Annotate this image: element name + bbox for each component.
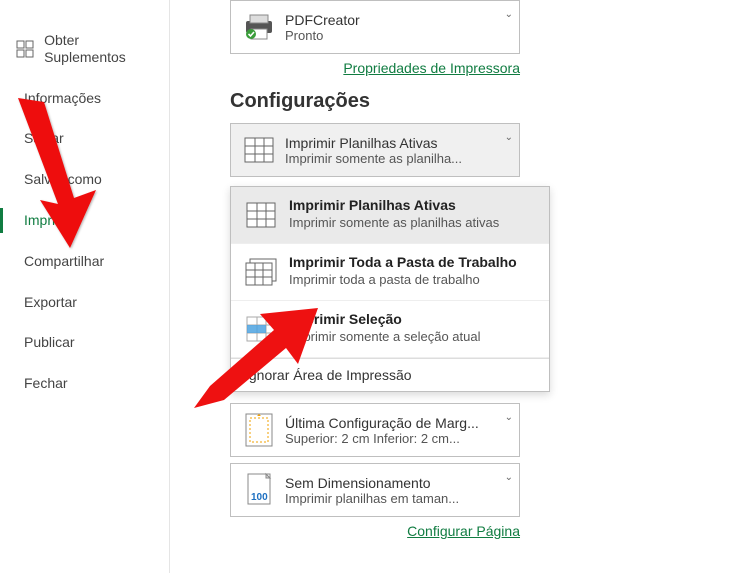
page-setup-link[interactable]: Configurar Página (407, 523, 520, 539)
sidebar-item-save[interactable]: Salvar (0, 118, 169, 159)
printer-properties-link[interactable]: Propriedades de Impressora (343, 60, 520, 76)
addins-icon (16, 39, 34, 59)
printer-status: Pronto (285, 28, 511, 43)
chevron-down-icon: ⌄ (505, 472, 513, 483)
dropdown-option-active-sheets[interactable]: Imprimir Planilhas Ativas Imprimir somen… (231, 187, 549, 244)
margins-title: Última Configuração de Marg... (285, 415, 511, 431)
selection-icon (243, 311, 279, 347)
dropdown-ignore-print-area[interactable]: Ignorar Área de Impressão (231, 358, 549, 391)
scaling-selector[interactable]: 100 Sem Dimensionamento Imprimir planilh… (230, 463, 520, 517)
sidebar-item-saveas[interactable]: Salvar como (0, 159, 169, 200)
sidebar-item-label: Exportar (24, 294, 77, 311)
margins-icon (239, 408, 279, 452)
scaling-icon: 100 (239, 468, 279, 512)
sheets-icon (243, 197, 279, 233)
sidebar-item-label: Compartilhar (24, 253, 104, 270)
sidebar-item-label: Salvar como (24, 171, 102, 188)
sidebar-item-publish[interactable]: Publicar (0, 322, 169, 363)
backstage-sidebar: Obter Suplementos Informações Salvar Sal… (0, 0, 170, 573)
dropdown-option-title: Imprimir Planilhas Ativas (289, 197, 499, 213)
margins-sub: Superior: 2 cm Inferior: 2 cm... (285, 431, 511, 446)
sidebar-item-label: Salvar (24, 130, 64, 147)
sidebar-item-label: Informações (24, 90, 101, 107)
print-what-sub: Imprimir somente as planilha... (285, 151, 511, 166)
margins-selector[interactable]: Última Configuração de Marg... Superior:… (230, 403, 520, 457)
sidebar-item-share[interactable]: Compartilhar (0, 241, 169, 282)
dropdown-option-title: Imprimir Toda a Pasta de Trabalho (289, 254, 517, 270)
chevron-down-icon: ⌄ (505, 9, 513, 20)
print-what-selector[interactable]: Imprimir Planilhas Ativas Imprimir somen… (230, 123, 520, 177)
printer-selector[interactable]: PDFCreator Pronto ⌄ (230, 0, 520, 54)
sheets-icon (239, 128, 279, 172)
sidebar-item-info[interactable]: Informações (0, 78, 169, 119)
sidebar-item-export[interactable]: Exportar (0, 282, 169, 323)
dropdown-option-sub: Imprimir somente as planilhas ativas (289, 215, 499, 230)
settings-heading: Configurações (230, 90, 718, 113)
workbook-icon (243, 254, 279, 290)
sidebar-item-label: Fechar (24, 375, 68, 392)
scaling-title: Sem Dimensionamento (285, 475, 511, 491)
sidebar-item-print[interactable]: Imprimir (0, 200, 169, 241)
print-settings-panel: PDFCreator Pronto ⌄ Propriedades de Impr… (170, 0, 748, 573)
svg-text:100: 100 (251, 492, 268, 503)
dropdown-option-sub: Imprimir somente a seleção atual (289, 329, 480, 344)
scaling-sub: Imprimir planilhas em taman... (285, 491, 511, 506)
sidebar-item-label: Obter Suplementos (44, 32, 153, 66)
print-what-dropdown: Imprimir Planilhas Ativas Imprimir somen… (230, 186, 550, 392)
sidebar-item-close[interactable]: Fechar (0, 363, 169, 404)
printer-name: PDFCreator (285, 12, 511, 28)
dropdown-option-entire-workbook[interactable]: Imprimir Toda a Pasta de Trabalho Imprim… (231, 244, 549, 301)
sidebar-item-label: Publicar (24, 334, 75, 351)
sidebar-item-addins[interactable]: Obter Suplementos (0, 20, 169, 78)
chevron-down-icon: ⌄ (505, 132, 513, 143)
dropdown-option-sub: Imprimir toda a pasta de trabalho (289, 272, 517, 287)
sidebar-item-label: Imprimir (24, 212, 75, 229)
chevron-down-icon: ⌄ (505, 412, 513, 423)
print-what-title: Imprimir Planilhas Ativas (285, 135, 511, 151)
dropdown-option-selection[interactable]: Imprimir Seleção Imprimir somente a sele… (231, 301, 549, 358)
printer-icon (239, 5, 279, 49)
dropdown-option-title: Imprimir Seleção (289, 311, 480, 327)
